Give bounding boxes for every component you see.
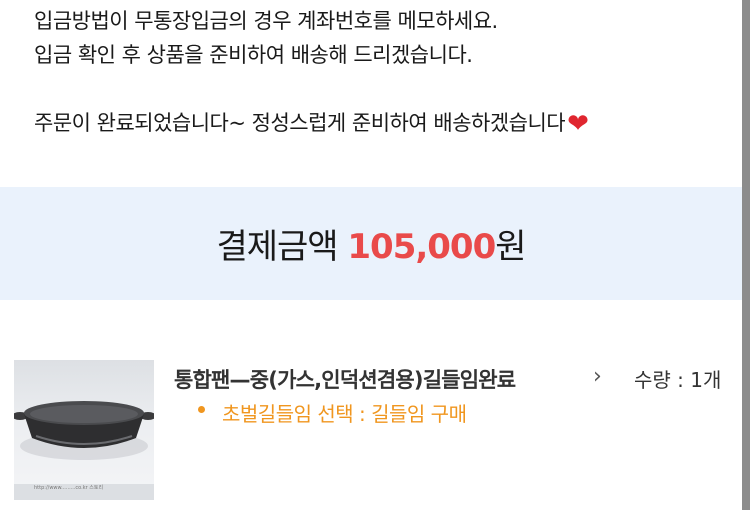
notice-line-complete: 주문이 완료되었습니다~ 정성스럽게 준비하여 배송하겠습니다❤ xyxy=(34,106,589,141)
order-notice: 입금방법이 무통장입금의 경우 계좌번호를 메모하세요. 입금 확인 후 상품을… xyxy=(34,4,589,141)
payment-amount: 105,000 xyxy=(347,227,496,267)
payment-total: 결제금액 105,000원 xyxy=(216,219,526,268)
product-option-text: 초벌길들임 선택 : 길들임 구매 xyxy=(222,402,467,426)
order-product-item[interactable]: http://www.........co.kr 스토리 통합팬—중(가스,인덕… xyxy=(0,358,742,510)
product-quantity: 수량 : 1개 xyxy=(634,368,722,392)
bullet-icon xyxy=(198,406,205,413)
notice-line-deposit: 입금방법이 무통장입금의 경우 계좌번호를 메모하세요. xyxy=(34,9,498,33)
scrollbar[interactable] xyxy=(742,0,750,510)
notice-line-shipping: 입금 확인 후 상품을 준비하여 배송해 드리겠습니다. xyxy=(34,43,473,67)
product-option: 초벌길들임 선택 : 길들임 구매 xyxy=(198,398,467,427)
image-watermark: http://www.........co.kr 스토리 xyxy=(34,485,104,491)
payment-label: 결제금액 xyxy=(216,227,338,267)
frying-pan-image xyxy=(14,401,154,500)
complete-text: 주문이 완료되었습니다~ 정성스럽게 준비하여 배송하겠습니다 xyxy=(34,111,566,135)
payment-unit: 원 xyxy=(495,227,526,267)
heart-icon: ❤ xyxy=(567,109,589,139)
product-thumbnail[interactable]: http://www.........co.kr 스토리 xyxy=(14,360,154,500)
chevron-right-icon[interactable]: › xyxy=(593,364,602,389)
payment-summary: 결제금액 105,000원 xyxy=(0,187,742,300)
product-name[interactable]: 통합팬—중(가스,인덕션겸용)길들임완료 xyxy=(174,364,516,394)
